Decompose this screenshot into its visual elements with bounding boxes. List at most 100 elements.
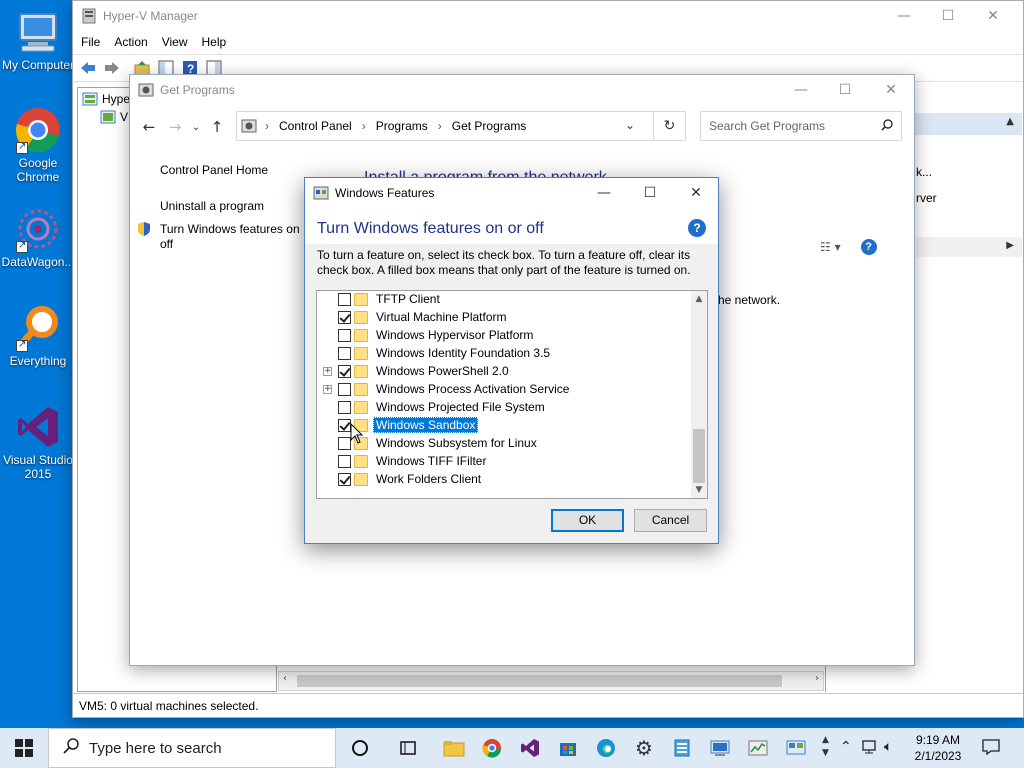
feature-row[interactable]: Windows Hypervisor Platform: [317, 326, 693, 344]
feature-label[interactable]: Windows Projected File System: [373, 399, 548, 415]
edge-icon[interactable]: [594, 736, 618, 760]
scroll-up-icon[interactable]: ▲: [691, 291, 707, 307]
scrollbar-thumb[interactable]: [693, 429, 705, 483]
desktop-icon-chrome[interactable]: Google Chrome: [0, 106, 76, 184]
feature-checkbox[interactable]: [338, 400, 351, 414]
visual-studio-taskbar-icon[interactable]: [518, 736, 542, 760]
cortana-icon[interactable]: [348, 736, 372, 760]
address-bar[interactable]: › Control Panel › Programs › Get Program…: [236, 111, 654, 141]
system-clock[interactable]: 9:19 AM 2/1/2023: [906, 732, 970, 764]
volume-icon[interactable]: 🔈︎: [884, 739, 892, 755]
feature-checkbox[interactable]: [338, 364, 351, 378]
close-button[interactable]: ✕: [970, 1, 1016, 31]
feature-label[interactable]: Virtual Machine Platform: [373, 309, 510, 325]
scroll-right-icon[interactable]: ›: [815, 673, 819, 684]
actions-subheader[interactable]: ▶: [916, 237, 1022, 257]
back-icon[interactable]: [77, 58, 99, 78]
chrome-taskbar-icon[interactable]: [480, 736, 504, 760]
minimize-button[interactable]: —: [881, 1, 927, 31]
feature-checkbox[interactable]: [338, 472, 351, 486]
maximize-button[interactable]: ☐: [822, 75, 868, 105]
forward-arrow-icon[interactable]: →: [162, 118, 188, 136]
nav-control-panel-home[interactable]: Control Panel Home: [160, 163, 268, 177]
menu-file[interactable]: File: [81, 35, 100, 49]
cancel-button[interactable]: Cancel: [634, 509, 707, 532]
feature-checkbox[interactable]: [338, 454, 351, 468]
expand-plus-icon[interactable]: +: [323, 384, 332, 394]
menu-help[interactable]: Help: [202, 35, 227, 49]
show-hidden-icons-icon[interactable]: ⌃: [840, 739, 852, 755]
task-view-icon[interactable]: [396, 736, 420, 760]
action-item-partial[interactable]: k...: [916, 165, 932, 179]
feature-label[interactable]: Work Folders Client: [373, 471, 484, 487]
taskbar-overflow-icon[interactable]: ▲ ▼: [822, 734, 829, 760]
scroll-down-icon[interactable]: ▼: [691, 482, 707, 498]
maximize-button[interactable]: ☐: [627, 178, 673, 208]
dialog-titlebar[interactable]: Windows Features — ☐ ✕: [305, 178, 718, 208]
action-item-partial[interactable]: rver: [916, 191, 937, 205]
feature-row[interactable]: Windows Identity Foundation 3.5: [317, 344, 693, 362]
nav-turn-features-line2[interactable]: off: [160, 237, 173, 251]
breadcrumb-control-panel[interactable]: Control Panel: [279, 119, 352, 133]
menu-view[interactable]: View: [162, 35, 188, 49]
taskbar-search-input[interactable]: Type here to search: [48, 728, 336, 768]
feature-row[interactable]: + Windows Process Activation Service: [317, 380, 693, 398]
feature-label[interactable]: Windows Process Activation Service: [373, 381, 572, 397]
feature-label[interactable]: Windows Hypervisor Platform: [373, 327, 536, 343]
feature-label[interactable]: Windows TIFF IFilter: [373, 453, 489, 469]
forward-icon[interactable]: [101, 58, 123, 78]
help-icon[interactable]: ?: [860, 239, 877, 255]
performance-monitor-icon[interactable]: [746, 736, 770, 760]
vm-connect-taskbar-icon[interactable]: [708, 736, 732, 760]
get-programs-titlebar[interactable]: Get Programs — ☐ ✕: [130, 75, 914, 105]
address-dropdown-icon[interactable]: ⌄: [625, 118, 635, 132]
desktop-icon-visual-studio[interactable]: Visual Studio 2015: [0, 403, 76, 481]
back-arrow-icon[interactable]: ←: [136, 118, 162, 136]
feature-row[interactable]: Work Folders Client: [317, 470, 693, 488]
expand-plus-icon[interactable]: +: [323, 366, 332, 376]
store-icon[interactable]: [556, 736, 580, 760]
desktop-icon-my-computer[interactable]: My Computer: [0, 8, 76, 72]
close-button[interactable]: ✕: [673, 178, 719, 208]
feature-row[interactable]: Windows TIFF IFilter: [317, 452, 693, 470]
search-input[interactable]: Search Get Programs: [700, 111, 902, 141]
notifications-icon[interactable]: [982, 739, 1000, 759]
help-icon[interactable]: ?: [688, 219, 706, 237]
feature-row[interactable]: Windows Projected File System: [317, 398, 693, 416]
scroll-left-icon[interactable]: ‹: [283, 673, 287, 684]
maximize-button[interactable]: ☐: [925, 1, 971, 31]
feature-label[interactable]: Windows Identity Foundation 3.5: [373, 345, 553, 361]
feature-checkbox[interactable]: [338, 310, 351, 324]
recent-locations-icon[interactable]: ⌄: [188, 122, 204, 133]
feature-label[interactable]: Windows Subsystem for Linux: [373, 435, 540, 451]
feature-label[interactable]: Windows Sandbox: [373, 417, 479, 433]
feature-row[interactable]: TFTP Client: [317, 291, 693, 308]
breadcrumb-programs[interactable]: Programs: [376, 119, 428, 133]
desktop-icon-datawagon[interactable]: DataWagon...: [0, 205, 76, 269]
start-button[interactable]: [0, 728, 48, 768]
close-button[interactable]: ✕: [868, 75, 914, 105]
features-list[interactable]: ▲ ▼ TFTP Client Virtual Machine Platform W…: [316, 290, 708, 499]
feature-row[interactable]: Windows Subsystem for Linux: [317, 434, 693, 452]
horizontal-scrollbar[interactable]: ‹ ›: [278, 671, 824, 691]
file-explorer-icon[interactable]: [442, 736, 466, 760]
feature-row[interactable]: Virtual Machine Platform: [317, 308, 693, 326]
view-options-icon[interactable]: ☷ ▾: [820, 240, 841, 254]
minimize-button[interactable]: —: [581, 178, 627, 208]
scrollbar-thumb[interactable]: [297, 675, 782, 687]
feature-label[interactable]: TFTP Client: [373, 291, 443, 307]
windows-features-dialog[interactable]: Windows Features — ☐ ✕ Turn Windows feat…: [304, 177, 719, 544]
up-arrow-icon[interactable]: ↑: [204, 118, 230, 136]
feature-checkbox[interactable]: [338, 292, 351, 306]
feature-checkbox[interactable]: [338, 328, 351, 342]
nav-turn-features-line1[interactable]: Turn Windows features on: [160, 222, 300, 236]
feature-checkbox[interactable]: [338, 382, 351, 396]
settings-gear-icon[interactable]: ⚙: [632, 736, 656, 760]
refresh-button[interactable]: ↻: [654, 111, 686, 141]
vertical-scrollbar[interactable]: ▲ ▼: [691, 291, 707, 498]
minimize-button[interactable]: —: [778, 75, 824, 105]
collapse-icon[interactable]: ▲: [1006, 116, 1014, 127]
ok-button[interactable]: OK: [551, 509, 624, 532]
menu-action[interactable]: Action: [114, 35, 147, 49]
hyperv-taskbar-icon[interactable]: [670, 736, 694, 760]
